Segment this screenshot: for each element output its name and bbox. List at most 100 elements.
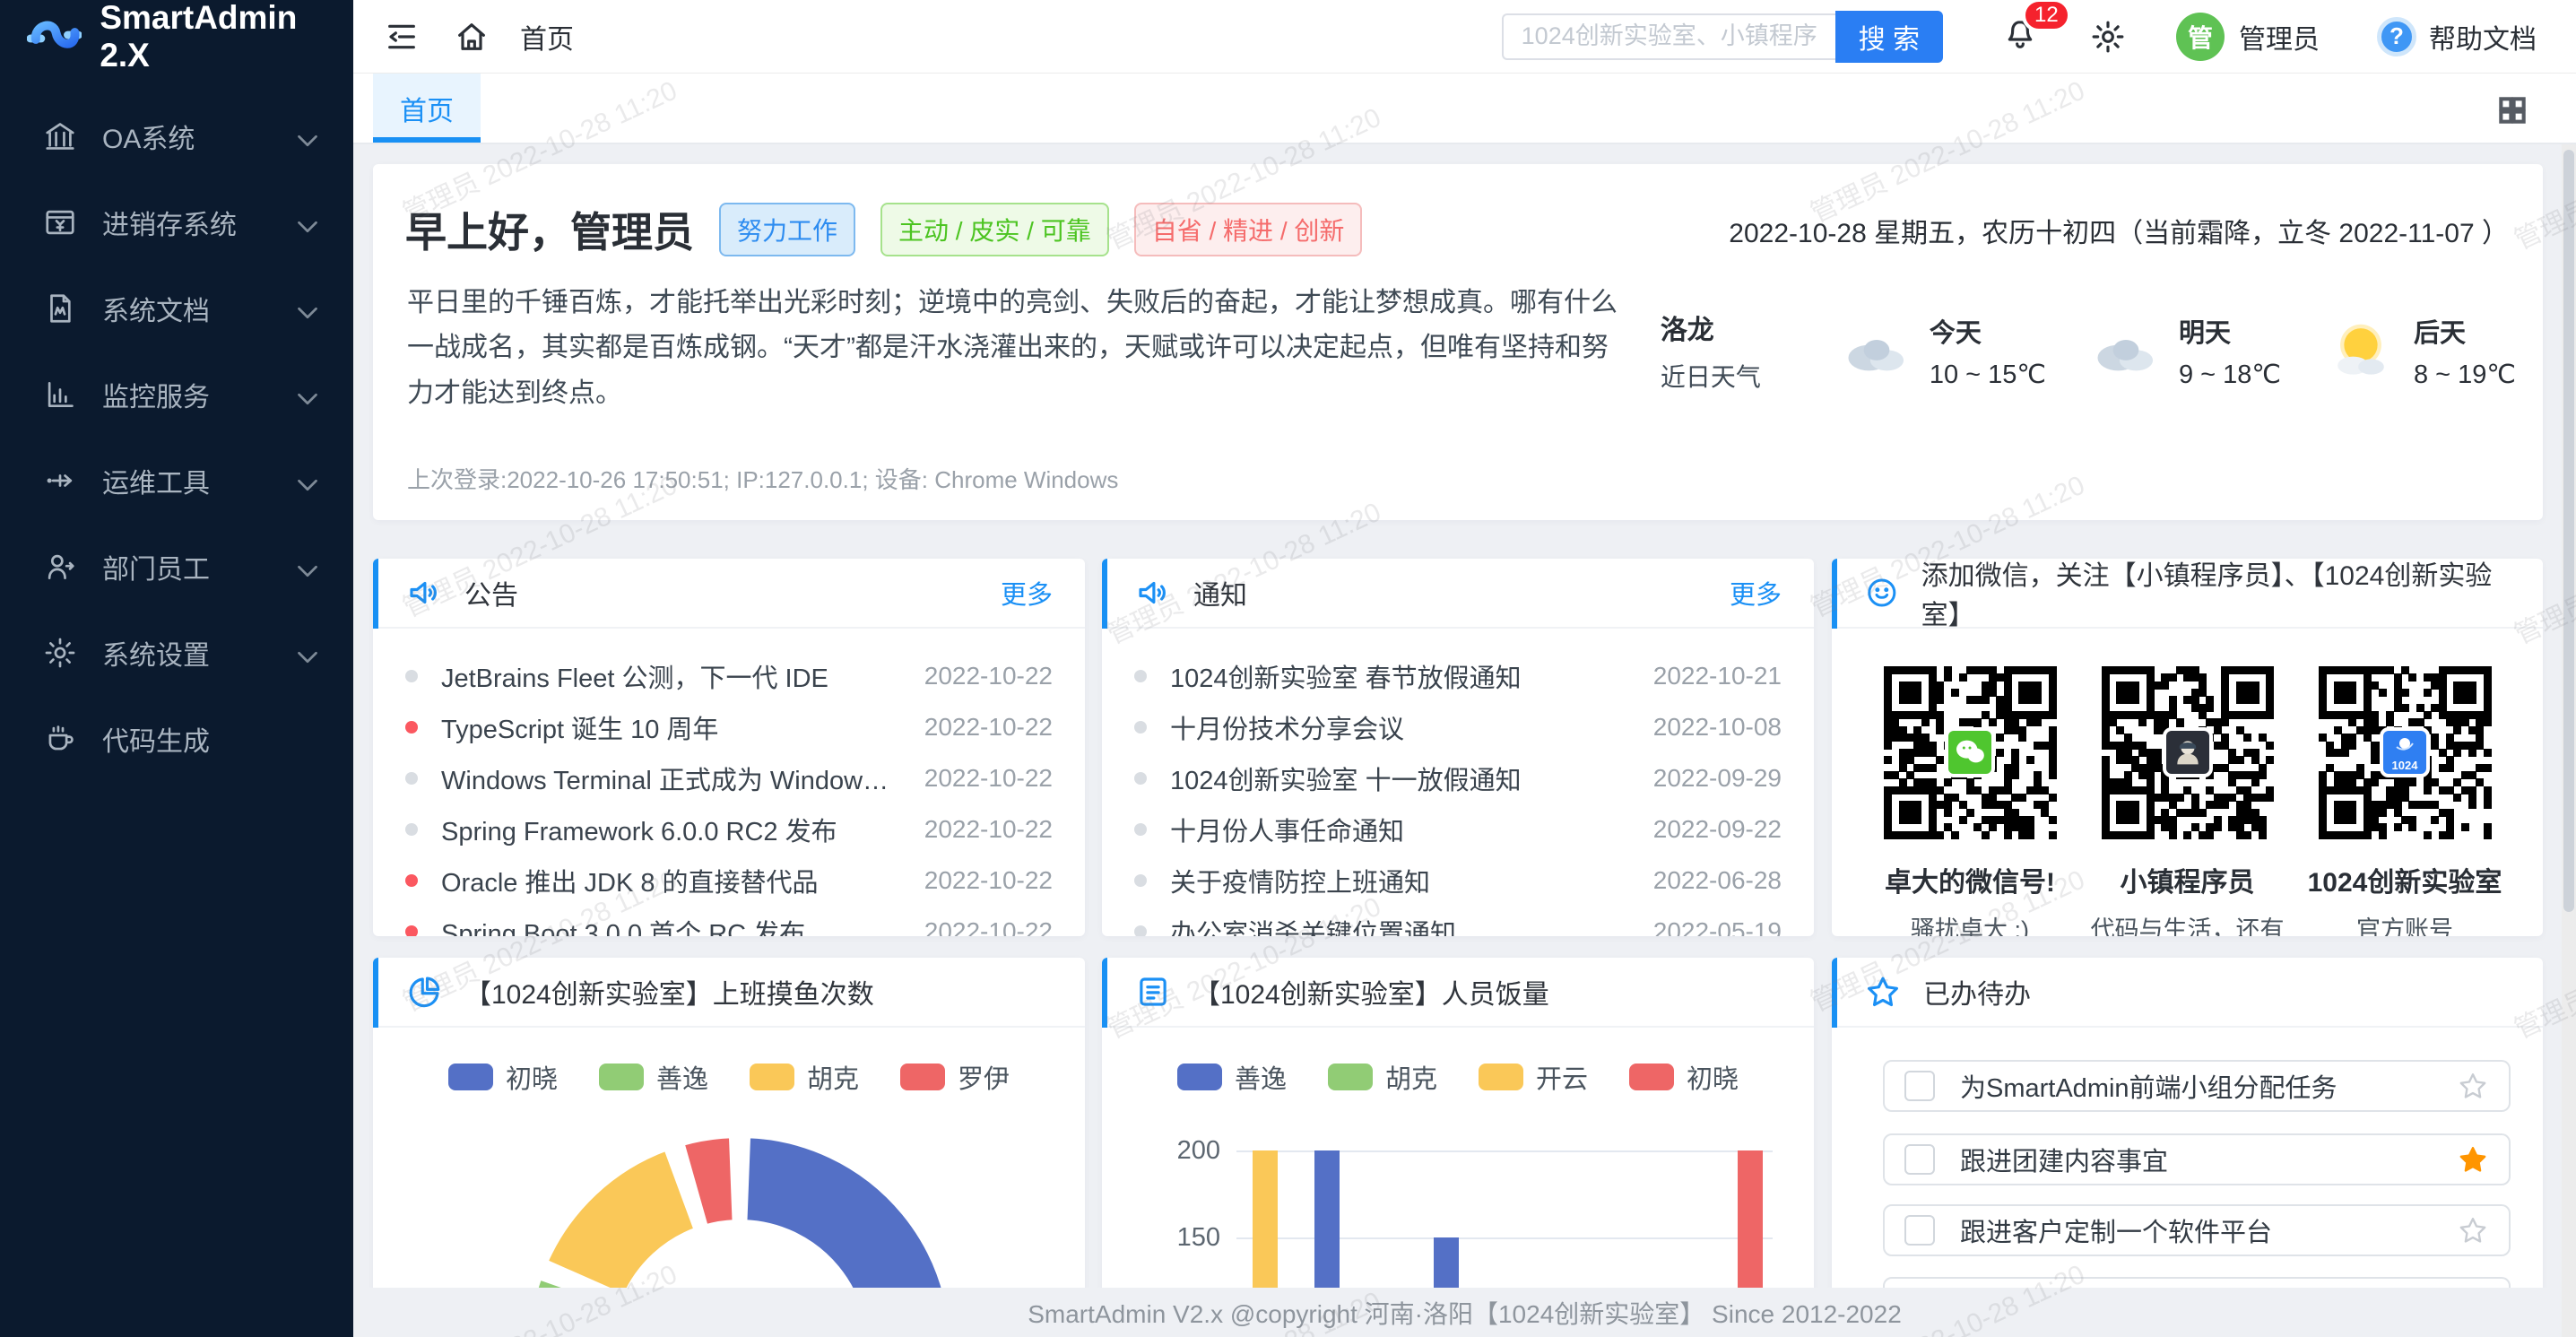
- list-item[interactable]: 1024创新实验室 十一放假通知2022-09-29: [1134, 752, 1782, 803]
- greeting-tag: 努力工作: [719, 203, 855, 256]
- sidebar-item-OA系统[interactable]: OA系统: [0, 93, 353, 179]
- sidebar-item-部门员工[interactable]: 部门员工: [0, 524, 353, 610]
- item-text: 办公室消杀关键位置通知: [1170, 913, 1628, 937]
- pie-chart-icon: [405, 973, 443, 1011]
- list-item[interactable]: 十月份技术分享会议2022-10-08: [1134, 701, 1782, 752]
- footer: SmartAdmin V2.x @copyright 河南·洛阳【1024创新实…: [353, 1288, 2576, 1337]
- chevron-down-icon: [291, 640, 316, 665]
- sidebar-item-系统文档[interactable]: 系统文档: [0, 265, 353, 352]
- announcement-more-link[interactable]: 更多: [1001, 574, 1053, 612]
- legend-item[interactable]: 初晓: [1629, 1058, 1739, 1096]
- sidebar-item-label: 部门员工: [102, 547, 210, 586]
- avatar-logo: [2163, 727, 2213, 777]
- sidebar-item-label: 监控服务: [102, 375, 210, 414]
- qr-desc: 代码与生活，还有钱途: [2089, 910, 2286, 936]
- bar-legend: 善逸 胡克 开云 初晓: [1102, 1058, 1814, 1096]
- greeting-card: 早上好，管理员 努力工作主动 / 皮实 / 可靠自省 / 精进 / 创新 202…: [373, 164, 2543, 520]
- scrollbar-thumb[interactable]: [2563, 150, 2574, 912]
- logo[interactable]: SmartAdmin 2.X: [0, 0, 353, 74]
- item-text: TypeScript 诞生 10 周年: [441, 708, 899, 746]
- last-login-info: 上次登录:2022-10-26 17:50:51; IP:127.0.0.1; …: [407, 462, 1118, 495]
- list-item[interactable]: Spring Framework 6.0.0 RC2 发布2022-10-22: [405, 803, 1053, 855]
- item-text: Spring Boot 3.0.0 首个 RC 发布: [441, 913, 899, 937]
- user-avatar[interactable]: 管: [2176, 13, 2225, 61]
- sidebar-item-label: 代码生成: [102, 719, 210, 759]
- todo-star-icon[interactable]: [2457, 1143, 2489, 1176]
- sidebar-item-监控服务[interactable]: 监控服务: [0, 352, 353, 438]
- sidebar-item-label: 运维工具: [102, 461, 210, 500]
- todo-star-icon[interactable]: [2457, 1070, 2489, 1102]
- list-item[interactable]: JetBrains Fleet 公测，下一代 IDE 2022-10-22: [405, 650, 1053, 701]
- app-root: SmartAdmin 2.X OA系统进销存系统系统文档监控服务运维工具部门员工…: [0, 0, 2576, 1337]
- item-text: 十月份人事任命通知: [1170, 811, 1628, 848]
- list-item[interactable]: 十月份人事任命通知2022-09-22: [1134, 803, 1782, 855]
- legend-item[interactable]: 胡克: [1328, 1058, 1437, 1096]
- list-item[interactable]: 办公室消杀关键位置通知2022-05-19: [1134, 906, 1782, 936]
- legend-swatch: [1177, 1064, 1222, 1090]
- list-item[interactable]: Windows Terminal 正式成为 Windows 11 ...2022…: [405, 752, 1053, 803]
- item-date: 2022-10-21: [1653, 662, 1782, 690]
- help-docs-link[interactable]: 帮助文档: [2429, 17, 2537, 56]
- sidebar-item-代码生成[interactable]: 代码生成: [0, 696, 353, 782]
- item-text: 1024创新实验室 春节放假通知: [1170, 657, 1628, 695]
- y-tick-label: 200: [1138, 1136, 1220, 1166]
- weather-day: 今天10 ~ 15℃: [1838, 312, 2046, 390]
- smiley-icon: [1864, 574, 1900, 612]
- help-icon[interactable]: ?: [2377, 17, 2416, 56]
- greeting-tag: 主动 / 皮实 / 可靠: [880, 203, 1109, 256]
- todo-checkbox[interactable]: [1904, 1144, 1935, 1175]
- notice-card: 通知 更多 1024创新实验室 春节放假通知2022-10-21十月份技术分享会…: [1102, 559, 1814, 936]
- item-date: 2022-10-08: [1653, 713, 1782, 742]
- lab1024-logo: 1024: [2380, 727, 2430, 777]
- legend-label: 开云: [1536, 1058, 1588, 1096]
- todo-item[interactable]: 为SmartAdmin前端小组分配任务: [1883, 1060, 2511, 1112]
- search-button[interactable]: 搜 索: [1835, 11, 1943, 63]
- legend-item[interactable]: 开云: [1479, 1058, 1588, 1096]
- list-item[interactable]: Oracle 推出 JDK 8 的直接替代品2022-10-22: [405, 855, 1053, 906]
- tab-home[interactable]: 首页: [373, 74, 481, 143]
- meal-chart-title: 【1024创新实验室】人员饭量: [1193, 972, 1549, 1011]
- tab-options-grid-icon[interactable]: [2495, 93, 2529, 127]
- todo-checkbox[interactable]: [1904, 1215, 1935, 1246]
- donut-segment-胡克: [545, 1149, 697, 1298]
- chevron-down-icon: [291, 468, 316, 493]
- legend-item[interactable]: 善逸: [1177, 1058, 1287, 1096]
- notice-more-link[interactable]: 更多: [1730, 574, 1782, 612]
- home-icon[interactable]: [454, 19, 490, 55]
- bullet-dot: [405, 721, 418, 734]
- settings-gear-icon[interactable]: [2090, 19, 2126, 55]
- chevron-down-icon: [291, 554, 316, 579]
- todo-item[interactable]: 跟进客户定制一个软件平台: [1883, 1204, 2511, 1256]
- qr-code-image: [2102, 666, 2274, 838]
- list-item[interactable]: TypeScript 诞生 10 周年2022-10-22: [405, 701, 1053, 752]
- legend-swatch: [1629, 1064, 1674, 1090]
- legend-label: 胡克: [1385, 1058, 1437, 1096]
- speaker-icon: [1134, 574, 1172, 612]
- search-input[interactable]: [1502, 13, 1835, 60]
- sun-icon: [2322, 317, 2414, 385]
- list-item[interactable]: 1024创新实验室 春节放假通知 2022-10-21: [1134, 650, 1782, 701]
- weather-widget: 洛龙 近日天气 今天10 ~ 15℃明天9 ~ 18℃后天8 ~ 19℃: [1661, 308, 2516, 394]
- todo-title: 已办待办: [1923, 972, 2031, 1011]
- qr-desc: 骚扰卓大 :): [1871, 910, 2069, 936]
- todo-star-icon[interactable]: [2457, 1214, 2489, 1246]
- bullet-dot: [1134, 670, 1147, 682]
- sidebar-item-系统设置[interactable]: 系统设置: [0, 610, 353, 696]
- greeting-title: 早上好，管理员: [405, 200, 694, 259]
- breadcrumb[interactable]: 首页: [520, 17, 574, 56]
- todo-checkbox[interactable]: [1904, 1071, 1935, 1101]
- sidebar-item-运维工具[interactable]: 运维工具: [0, 438, 353, 524]
- item-date: 2022-10-22: [924, 662, 1053, 690]
- user-name[interactable]: 管理员: [2239, 17, 2320, 56]
- scrollbar[interactable]: [2562, 144, 2576, 1337]
- chevron-down-icon: [291, 296, 316, 321]
- list-item[interactable]: Spring Boot 3.0.0 首个 RC 发布 2022-10-22: [405, 906, 1053, 936]
- notification-bell[interactable]: 12: [2002, 16, 2038, 56]
- list-item[interactable]: 关于疫情防控上班通知2022-06-28: [1134, 855, 1782, 906]
- sidebar-item-进销存系统[interactable]: 进销存系统: [0, 179, 353, 265]
- item-text: JetBrains Fleet 公测，下一代 IDE: [441, 657, 899, 695]
- item-date: 2022-10-22: [924, 917, 1053, 937]
- menu-fold-icon[interactable]: [384, 19, 420, 55]
- todo-item[interactable]: 跟进团建内容事宜: [1883, 1133, 2511, 1185]
- legend-label: 初晓: [1687, 1058, 1739, 1096]
